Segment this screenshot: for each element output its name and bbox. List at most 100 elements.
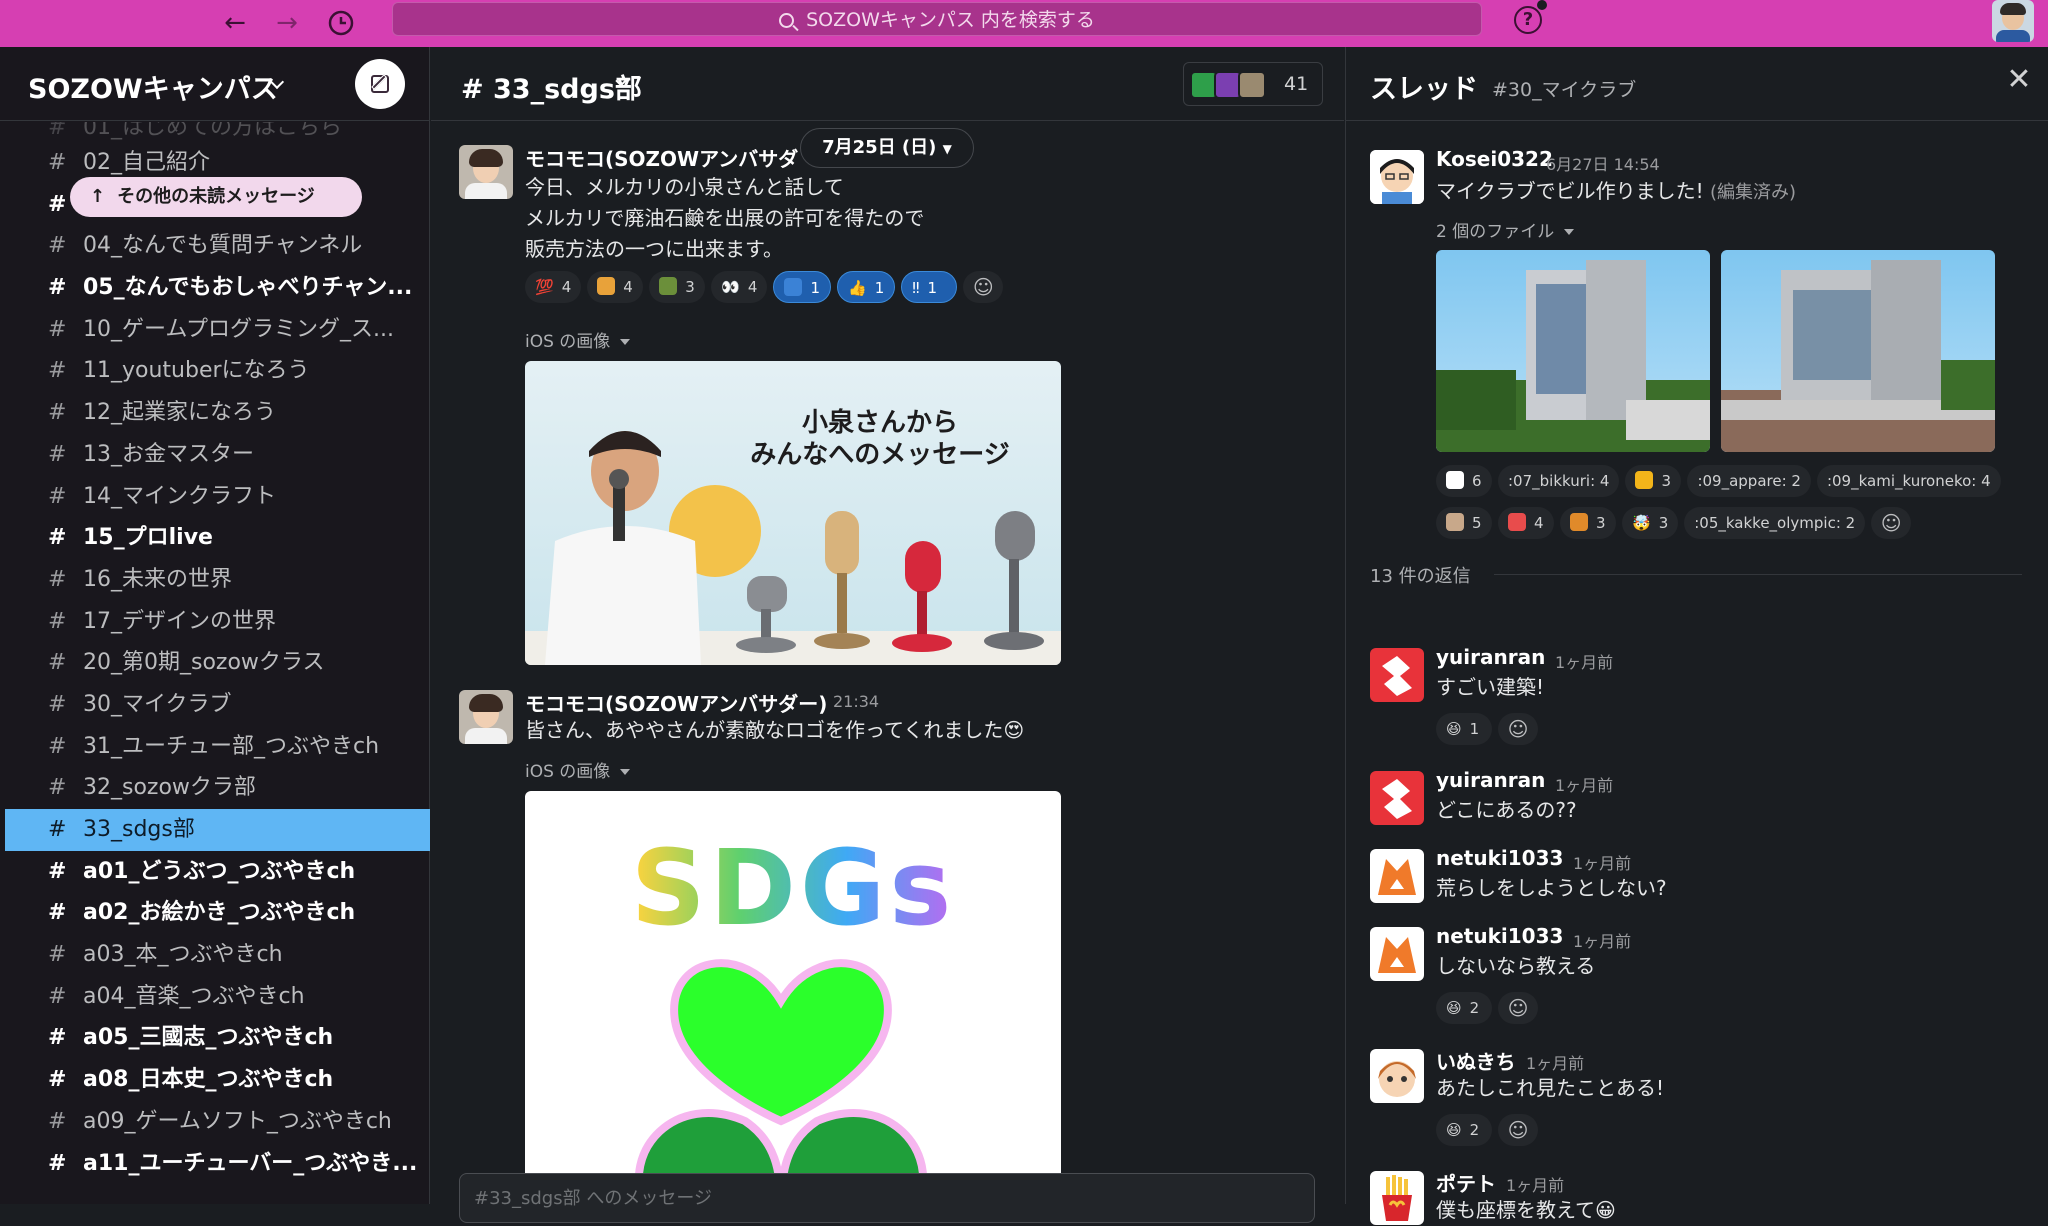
reaction-button[interactable]: :09_kami_kuroneko: 4 (1816, 465, 2001, 497)
message-time[interactable]: 1ヶ月前 (1506, 1172, 1564, 1196)
channel-title[interactable]: # 33_sdgs部 (461, 67, 642, 106)
reaction-button[interactable]: 1 (773, 271, 832, 303)
reaction-bar: 💯 4 4 3 👀 4 1 👍 1 ‼ 1 ☺ (525, 271, 1004, 305)
message-author[interactable]: いぬきち (1436, 1046, 1516, 1075)
sidebar-channel[interactable]: #33_sdgs部 (5, 809, 430, 851)
sidebar-channel[interactable]: #11_youtuberになろう (0, 350, 430, 392)
sidebar-channel[interactable]: #17_デザインの世界 (0, 601, 430, 643)
reaction-button[interactable]: 3 (1560, 507, 1616, 539)
avatar[interactable] (1370, 771, 1424, 825)
close-icon[interactable]: ✕ (2004, 65, 2034, 95)
avatar[interactable] (1370, 1171, 1424, 1225)
sidebar-channel[interactable]: #01_はじめての方はこちら (0, 122, 430, 142)
reaction-button[interactable]: ‼ 1 (901, 271, 958, 303)
unread-messages-button[interactable]: ↑ その他の未読メッセージ (70, 177, 362, 217)
message-time[interactable]: 1ヶ月前 (1573, 850, 1631, 874)
message-image[interactable]: 小泉さんから みんなへのメッセージ (525, 361, 1061, 665)
message-time[interactable]: 6月27日 14:54 (1546, 151, 1660, 175)
reaction-button[interactable]: 6 (1436, 465, 1492, 497)
reaction-button[interactable]: 👀 4 (711, 271, 768, 303)
add-reaction-icon[interactable]: ☺ (1871, 507, 1912, 539)
reaction-button[interactable]: 😆 2 (1436, 992, 1492, 1024)
message-author[interactable]: Kosei0322 (1436, 147, 1553, 171)
thread-channel-link[interactable]: #30_マイクラブ (1492, 75, 1636, 102)
sidebar-channel[interactable]: # a05_三國志_つぶやきch (0, 1017, 430, 1059)
file-thumbnail[interactable] (1721, 250, 1995, 452)
avatar[interactable] (1370, 150, 1424, 204)
avatar[interactable] (1370, 648, 1424, 702)
sidebar-channel[interactable]: #13_お金マスター (0, 434, 430, 476)
sidebar-channel[interactable]: #10_ゲームプログラミング_ス... (0, 309, 430, 351)
reaction-button[interactable]: 👍 1 (837, 271, 896, 303)
avatar[interactable] (459, 690, 513, 744)
file-label[interactable]: iOS の画像 (525, 757, 631, 782)
message-author[interactable]: yuiranran (1436, 768, 1545, 792)
sidebar-channel[interactable]: #12_起業家になろう (0, 392, 430, 434)
avatar[interactable] (1370, 1049, 1424, 1103)
add-reaction-icon[interactable]: ☺ (1498, 1114, 1538, 1146)
user-avatar[interactable] (1992, 0, 2034, 42)
reaction-button[interactable]: :09_appare: 2 (1687, 465, 1811, 497)
message-time[interactable]: 21:34 (833, 692, 879, 711)
arrow-right-icon[interactable]: → (270, 6, 304, 40)
files-label[interactable]: 2 個のファイル (1436, 217, 1575, 242)
help-icon[interactable]: ? (1514, 6, 1542, 34)
sidebar-channel[interactable]: # a04_音楽_つぶやきch (0, 976, 430, 1018)
sidebar-channel[interactable]: #14_マインクラフト (0, 476, 430, 518)
message-author[interactable]: モコモコ(SOZOWアンバサダ (525, 143, 798, 172)
sidebar-channel[interactable]: # a03_本_つぶやきch (0, 934, 430, 976)
sidebar-channel[interactable]: # a09_ゲームソフト_つぶやきch (0, 1101, 430, 1143)
message-time[interactable]: 1ヶ月前 (1573, 928, 1631, 952)
sidebar-channel[interactable]: #32_sozowクラ部 (0, 767, 430, 809)
reaction-button[interactable]: 3 (649, 271, 706, 303)
sidebar-channel[interactable]: #16_未来の世界 (0, 559, 430, 601)
message-image[interactable]: SDGs (525, 791, 1061, 1207)
avatar[interactable] (1370, 927, 1424, 981)
sidebar-channel[interactable]: #30_マイクラブ (0, 684, 430, 726)
message-time[interactable]: 1ヶ月前 (1526, 1050, 1584, 1074)
message-author[interactable]: ポテト (1436, 1168, 1496, 1197)
add-reaction-icon[interactable]: ☺ (1498, 713, 1538, 745)
file-label[interactable]: iOS の画像 (525, 327, 631, 352)
reaction-button[interactable]: :07_bikkuri: 4 (1498, 465, 1620, 497)
message-time[interactable]: 1ヶ月前 (1555, 772, 1613, 796)
workspace-name[interactable]: SOZOWキャンパス (28, 67, 278, 106)
message-time[interactable]: 1ヶ月前 (1555, 649, 1613, 673)
reaction-button[interactable]: :05_kakke_olympic: 2 (1684, 507, 1866, 539)
avatar[interactable] (459, 145, 513, 199)
search-input[interactable]: SOZOWキャンパス 内を検索する (392, 2, 1482, 36)
date-divider-pill[interactable]: 7月25日 (日) ▼ (800, 128, 974, 168)
arrow-left-icon[interactable]: ← (218, 6, 252, 40)
message-author[interactable]: netuki1033 (1436, 846, 1563, 870)
members-button[interactable]: 41 (1183, 62, 1323, 106)
sidebar-channel[interactable]: # a11_ユーチューバー_つぶやき... (0, 1143, 430, 1185)
compose-button[interactable] (355, 59, 405, 109)
hash-icon: # (48, 983, 67, 1009)
sidebar-channel[interactable]: # a08_日本史_つぶやきch (0, 1059, 430, 1101)
sidebar-channel[interactable]: #15_プロlive (0, 517, 430, 559)
clock-icon[interactable] (324, 6, 358, 40)
message-line: 販売方法の一つに出来ます。 (525, 237, 783, 261)
sidebar-channel[interactable]: #20_第0期_sozowクラス (0, 642, 430, 684)
reaction-button[interactable]: 4 (587, 271, 644, 303)
message-author[interactable]: モコモコ(SOZOWアンバサダー) (525, 688, 827, 717)
reaction-button[interactable]: 😆 2 (1436, 1114, 1492, 1146)
sidebar-channel[interactable]: #05_なんでもおしゃべりチャン... (0, 267, 430, 309)
sidebar-channel[interactable]: # a02_お絵かき_つぶやきch (0, 892, 430, 934)
reaction-button[interactable]: 🤯 3 (1622, 507, 1679, 539)
sidebar-channel[interactable]: # a01_どうぶつ_つぶやきch (0, 851, 430, 893)
reaction-button[interactable]: 5 (1436, 507, 1492, 539)
add-reaction-icon[interactable]: ☺ (963, 271, 1004, 303)
reaction-button[interactable]: 💯 4 (525, 271, 582, 303)
message-author[interactable]: yuiranran (1436, 645, 1545, 669)
avatar[interactable] (1370, 849, 1424, 903)
sidebar-channel[interactable]: #04_なんでも質問チャンネル (0, 225, 430, 267)
reaction-button[interactable]: 4 (1498, 507, 1554, 539)
reaction-button[interactable]: 😆 1 (1436, 713, 1492, 745)
message-author[interactable]: netuki1033 (1436, 924, 1563, 948)
reaction-button[interactable]: 3 (1625, 465, 1682, 497)
add-reaction-icon[interactable]: ☺ (1498, 992, 1538, 1024)
sidebar-channel[interactable]: #31_ユーチュー部_つぶやきch (0, 726, 430, 768)
file-thumbnail[interactable] (1436, 250, 1710, 452)
message-composer[interactable]: #33_sdgs部 へのメッセージ (459, 1173, 1315, 1223)
